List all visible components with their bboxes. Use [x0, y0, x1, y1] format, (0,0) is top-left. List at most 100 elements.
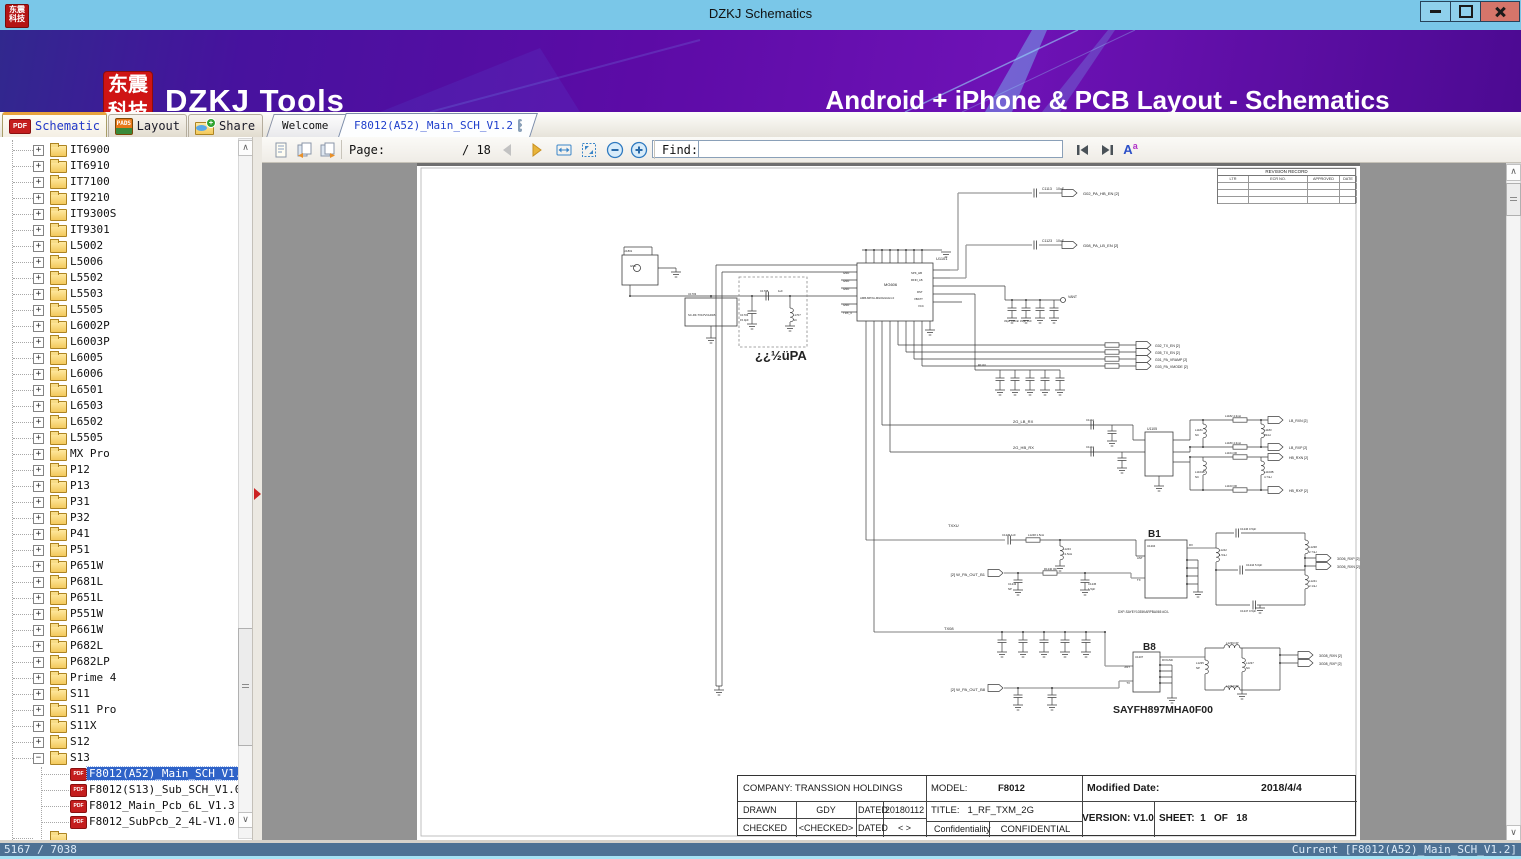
- tree-folder[interactable]: + S11: [0, 686, 238, 702]
- zoom-out-button[interactable]: [604, 139, 625, 160]
- expand-icon[interactable]: +: [33, 609, 44, 620]
- tree-folder[interactable]: + L5503: [0, 286, 238, 302]
- tree-folder[interactable]: + L6502: [0, 414, 238, 430]
- scroll-down-arrow[interactable]: ∨: [238, 812, 252, 828]
- tree-folder[interactable]: + P13: [0, 478, 238, 494]
- tree-folder[interactable]: + IT6910: [0, 158, 238, 174]
- tree-folder[interactable]: + L5505: [0, 302, 238, 318]
- tab-close-icon[interactable]: [517, 118, 529, 132]
- expand-icon[interactable]: +: [33, 401, 44, 412]
- prev-view-button[interactable]: [294, 139, 315, 160]
- fit-width-button[interactable]: [553, 139, 574, 160]
- expand-icon[interactable]: +: [33, 369, 44, 380]
- tree-folder[interactable]: + P651L: [0, 590, 238, 606]
- single-page-button[interactable]: [270, 139, 291, 160]
- tree-file[interactable]: PDF F8012(S13)_Sub_SCH_V1.0: [0, 782, 241, 798]
- tree-folder[interactable]: + Prime 4: [0, 670, 238, 686]
- scroll-up-arrow[interactable]: ∧: [1506, 164, 1521, 181]
- find-next-button[interactable]: [1096, 139, 1117, 160]
- tree-folder[interactable]: + IT7100: [0, 174, 238, 190]
- expand-icon[interactable]: +: [33, 209, 44, 220]
- tree-folder[interactable]: + IT9210: [0, 190, 238, 206]
- tree-folder[interactable]: + L6006: [0, 366, 238, 382]
- tree-folder[interactable]: + S11X: [0, 718, 238, 734]
- viewer-scrollbar-thumb[interactable]: [1506, 183, 1521, 216]
- expand-icon[interactable]: +: [33, 705, 44, 716]
- tree-folder[interactable]: + P551W: [0, 606, 238, 622]
- tree-folder[interactable]: + P12: [0, 462, 238, 478]
- tree-folder[interactable]: + P681L: [0, 574, 238, 590]
- expand-icon[interactable]: +: [33, 465, 44, 476]
- expand-icon[interactable]: +: [33, 433, 44, 444]
- expand-icon[interactable]: +: [33, 497, 44, 508]
- tab-document-active[interactable]: F8012(A52)_Main_SCH_V1.2: [338, 113, 538, 137]
- tree-folder[interactable]: + L6005: [0, 350, 238, 366]
- tree-folder[interactable]: + IT9301: [0, 222, 238, 238]
- tree-folder[interactable]: + P31: [0, 494, 238, 510]
- tree-scrollbar-thumb[interactable]: [238, 628, 252, 746]
- tree-folder[interactable]: [0, 830, 238, 840]
- fit-page-button[interactable]: [578, 139, 599, 160]
- expand-icon[interactable]: +: [33, 321, 44, 332]
- tree-folder[interactable]: + L5002: [0, 238, 238, 254]
- close-button[interactable]: [1480, 1, 1520, 22]
- zoom-in-button[interactable]: [628, 139, 649, 160]
- tree-folder[interactable]: + P682LP: [0, 654, 238, 670]
- tree-file[interactable]: PDF F8012(A52)_Main_SCH_V1.2: [0, 766, 251, 782]
- expand-icon[interactable]: +: [33, 657, 44, 668]
- expand-icon[interactable]: +: [33, 257, 44, 268]
- tree-folder[interactable]: + P51: [0, 542, 238, 558]
- expand-icon[interactable]: +: [33, 305, 44, 316]
- tree-folder[interactable]: − S13: [0, 750, 238, 766]
- tree-folder[interactable]: + IT9300S: [0, 206, 238, 222]
- tab-schematic[interactable]: PDF Schematic: [2, 112, 107, 137]
- expand-icon[interactable]: +: [33, 577, 44, 588]
- expand-icon[interactable]: +: [33, 225, 44, 236]
- tree-folder[interactable]: + P661W: [0, 622, 238, 638]
- expand-icon[interactable]: +: [33, 177, 44, 188]
- expand-icon[interactable]: +: [33, 593, 44, 604]
- expand-icon[interactable]: +: [33, 625, 44, 636]
- expand-icon[interactable]: +: [33, 545, 44, 556]
- expand-icon[interactable]: +: [33, 449, 44, 460]
- expand-icon[interactable]: +: [33, 161, 44, 172]
- tree-folder[interactable]: + L6501: [0, 382, 238, 398]
- expand-icon[interactable]: +: [33, 561, 44, 572]
- expand-icon[interactable]: +: [33, 737, 44, 748]
- collapse-icon[interactable]: −: [33, 753, 44, 764]
- expand-icon[interactable]: +: [33, 673, 44, 684]
- tab-share[interactable]: + Share: [188, 114, 263, 137]
- tab-layout[interactable]: PADS Layout: [108, 114, 187, 137]
- next-view-button[interactable]: [317, 139, 338, 160]
- minimize-button[interactable]: [1420, 1, 1451, 22]
- expand-icon[interactable]: +: [33, 417, 44, 428]
- expand-icon[interactable]: +: [33, 337, 44, 348]
- expand-icon[interactable]: +: [33, 289, 44, 300]
- tree-file[interactable]: PDF F8012_Main_Pcb_6L_V1.3: [0, 798, 238, 814]
- tree-folder[interactable]: + L5505: [0, 430, 238, 446]
- find-prev-button[interactable]: [1072, 139, 1093, 160]
- tree-folder[interactable]: + L6002P: [0, 318, 238, 334]
- scroll-up-arrow[interactable]: ∧: [238, 140, 252, 156]
- tree-folder[interactable]: + L6503: [0, 398, 238, 414]
- find-input[interactable]: [698, 140, 1063, 158]
- tree-file[interactable]: PDF F8012_SubPcb_2_4L-V1.0: [0, 814, 238, 830]
- viewer-scrollbar[interactable]: [1506, 163, 1521, 843]
- expand-icon[interactable]: +: [33, 145, 44, 156]
- next-page-button[interactable]: [525, 139, 546, 160]
- tree-folder[interactable]: + S12: [0, 734, 238, 750]
- maximize-button[interactable]: [1450, 1, 1481, 22]
- expand-icon[interactable]: +: [33, 689, 44, 700]
- tree-folder[interactable]: + S11 Pro: [0, 702, 238, 718]
- prev-page-button[interactable]: [497, 139, 518, 160]
- tree-folder[interactable]: + L5006: [0, 254, 238, 270]
- tree-folder[interactable]: + L5502: [0, 270, 238, 286]
- expand-icon[interactable]: +: [33, 529, 44, 540]
- tree-folder[interactable]: + P682L: [0, 638, 238, 654]
- tree-folder[interactable]: + P651W: [0, 558, 238, 574]
- font-size-button[interactable]: A a: [1120, 139, 1141, 160]
- expand-icon[interactable]: +: [33, 721, 44, 732]
- splitter-collapse-icon[interactable]: [254, 488, 261, 500]
- tree-folder[interactable]: + L6003P: [0, 334, 238, 350]
- tree-folder[interactable]: + IT6900: [0, 142, 238, 158]
